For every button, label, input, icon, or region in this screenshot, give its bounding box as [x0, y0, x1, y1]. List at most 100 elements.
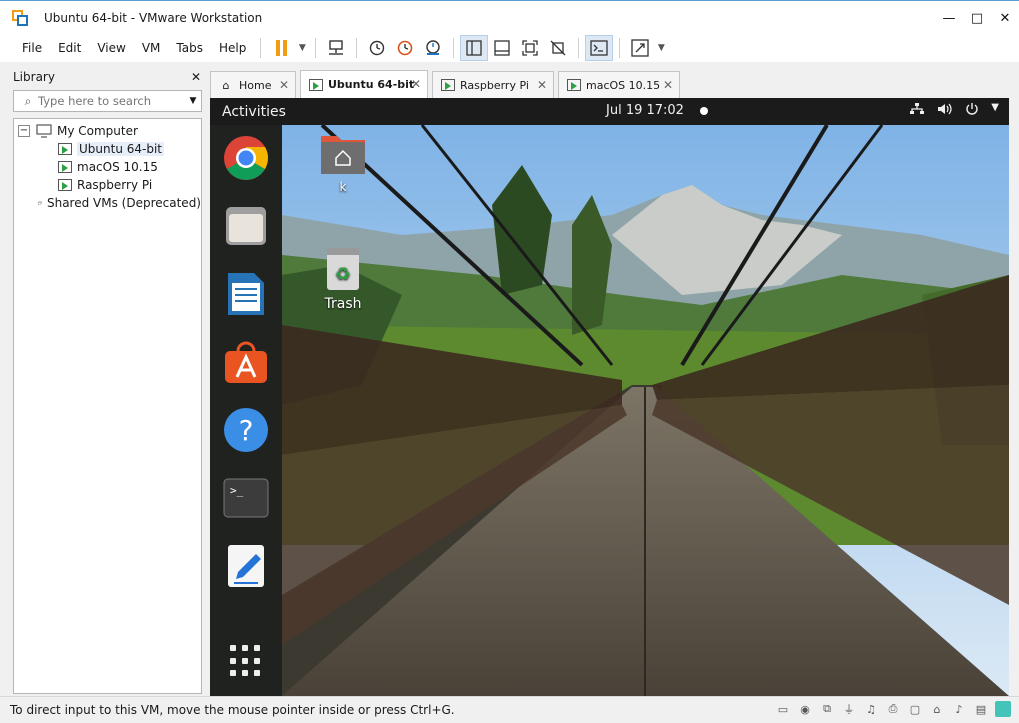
tree-item-shared-vms[interactable]: Shared VMs (Deprecated) [14, 194, 201, 212]
show-thumbnail-bar-button[interactable] [488, 35, 516, 61]
stretch-guest-button[interactable] [626, 35, 654, 61]
tree-item-ubuntu[interactable]: Ubuntu 64-bit [14, 140, 201, 158]
send-ctrl-alt-del-button[interactable] [322, 35, 350, 61]
dock-software[interactable] [223, 339, 269, 385]
vmware-logo-icon [12, 9, 28, 26]
tab-close-icon[interactable]: ✕ [279, 78, 289, 92]
vm-running-icon [58, 179, 72, 191]
activities-button[interactable]: Activities [222, 104, 286, 120]
tree-label: My Computer [57, 124, 138, 138]
system-tray[interactable]: ▼ [909, 102, 999, 116]
console-view-button[interactable] [585, 35, 614, 61]
tab-bar: ⌂ Home ✕ Ubuntu 64-bit ✕ Raspberry Pi ✕ … [210, 70, 1019, 98]
svg-text:?: ? [239, 414, 254, 447]
clock-icon [370, 40, 385, 56]
desktop-trash[interactable]: ♻ Trash [316, 246, 370, 312]
collapse-icon[interactable]: − [18, 125, 30, 137]
clock[interactable]: Jul 19 17:02 [606, 103, 684, 118]
snapshot-button[interactable] [363, 35, 391, 61]
tab-macos[interactable]: macOS 10.15 ✕ [558, 71, 680, 98]
show-library-button[interactable] [460, 35, 489, 61]
menu-vm[interactable]: VM [134, 34, 169, 62]
audio-device-icon[interactable]: ♪ [951, 701, 967, 717]
close-button[interactable]: ✕ [991, 1, 1019, 35]
toolbar-separator [453, 38, 455, 58]
search-dropdown-icon[interactable]: ▼ [185, 96, 201, 106]
cd-dvd-icon[interactable]: ◉ [797, 701, 813, 717]
full-screen-button[interactable] [516, 35, 544, 61]
dock-terminal[interactable]: >_ [223, 475, 269, 521]
home-icon: ⌂ [222, 78, 230, 92]
vm-console[interactable]: Activities Jul 19 17:02 ▼ ? >_ k ♻ Trash [210, 98, 1009, 696]
computer-icon [36, 124, 52, 138]
window-title: Ubuntu 64-bit - VMware Workstation [44, 10, 263, 25]
vm-running-icon [441, 79, 455, 91]
stretch-dropdown-icon[interactable]: ▼ [654, 43, 668, 53]
usb-icon[interactable]: ⏚ [841, 701, 857, 717]
software-store-icon [225, 341, 267, 383]
vm-running-icon [58, 143, 72, 155]
maximize-button[interactable]: □ [963, 1, 991, 35]
dock-chrome[interactable] [223, 135, 269, 181]
stretch-icon [631, 39, 649, 57]
desktop-home-folder[interactable]: k [314, 132, 372, 194]
tab-raspberry-pi[interactable]: Raspberry Pi ✕ [432, 71, 554, 98]
tab-ubuntu[interactable]: Ubuntu 64-bit ✕ [300, 70, 428, 98]
tab-label: Raspberry Pi [460, 78, 529, 92]
text-editor-icon [228, 545, 264, 587]
dock-help[interactable]: ? [223, 407, 269, 453]
tree-label: Raspberry Pi [77, 178, 153, 192]
library-close-icon[interactable]: ✕ [191, 70, 201, 84]
menu-edit[interactable]: Edit [50, 34, 89, 62]
menu-help[interactable]: Help [211, 34, 254, 62]
menu-view[interactable]: View [89, 34, 133, 62]
show-applications-icon[interactable] [230, 645, 262, 677]
revert-snapshot-button[interactable] [391, 35, 419, 61]
tab-close-icon[interactable]: ✕ [663, 78, 673, 92]
printer-icon[interactable]: ⎙ [885, 701, 901, 717]
message-log-icon[interactable]: ▤ [973, 701, 989, 717]
tab-close-icon[interactable]: ✕ [537, 78, 547, 92]
notification-dot-icon [700, 107, 708, 115]
chrome-icon [224, 136, 268, 180]
status-message: To direct input to this VM, move the mou… [10, 703, 455, 717]
menu-file[interactable]: File [14, 34, 50, 62]
dock-files[interactable] [223, 203, 269, 249]
gnome-top-panel: Activities Jul 19 17:02 ▼ [210, 98, 1009, 125]
menu-tabs[interactable]: Tabs [168, 34, 211, 62]
help-icon: ? [224, 408, 268, 452]
minimize-button[interactable]: — [935, 1, 963, 35]
tree-label: Ubuntu 64-bit [77, 142, 164, 156]
power-icon [966, 103, 978, 115]
desktop-wallpaper [282, 125, 1009, 696]
sound-card-icon[interactable]: ♫ [863, 701, 879, 717]
network-send-icon [329, 40, 344, 55]
tab-home[interactable]: ⌂ Home ✕ [210, 71, 296, 98]
power-dropdown-icon[interactable]: ▼ [295, 43, 309, 53]
tree-label: Shared VMs (Deprecated) [46, 196, 201, 210]
dock-text-editor[interactable] [223, 543, 269, 589]
library-search-input[interactable] [38, 94, 185, 108]
snapshot-manager-button[interactable] [419, 35, 447, 61]
suspend-button[interactable] [267, 35, 295, 61]
tree-item-macos[interactable]: macOS 10.15 [14, 158, 201, 176]
usb-device-icon[interactable]: ⌂ [929, 701, 945, 717]
svg-text:♻: ♻ [335, 264, 351, 285]
tree-item-my-computer[interactable]: − My Computer [14, 122, 201, 140]
network-adapter-icon[interactable]: ⧉ [819, 701, 835, 717]
toolbar-separator [315, 38, 317, 58]
tab-close-icon[interactable]: ✕ [411, 77, 421, 91]
dock-libreoffice-writer[interactable] [223, 271, 269, 317]
notes-icon[interactable] [995, 701, 1011, 717]
toolbar-separator [260, 38, 262, 58]
vm-running-icon [567, 79, 581, 91]
writer-icon [228, 273, 264, 315]
unity-button[interactable] [544, 35, 572, 61]
tree-item-raspberry-pi[interactable]: Raspberry Pi [14, 176, 201, 194]
hard-disk-icon[interactable]: ▭ [775, 701, 791, 717]
volume-icon [938, 103, 952, 115]
library-title: Library [13, 70, 55, 84]
thumbnail-bar-icon [494, 40, 510, 56]
display-icon[interactable]: ▢ [907, 701, 923, 717]
network-icon [910, 103, 925, 114]
